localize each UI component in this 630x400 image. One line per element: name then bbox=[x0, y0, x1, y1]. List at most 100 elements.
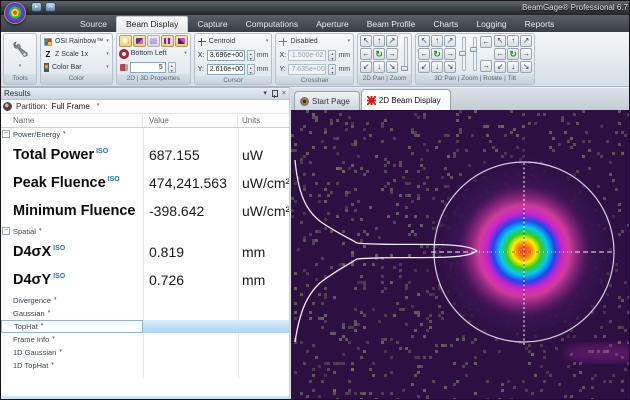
stepper-down-icon[interactable]: ▾ bbox=[248, 70, 254, 75]
grid-display-toggle[interactable] bbox=[147, 35, 160, 47]
stepper-down-icon[interactable]: ▾ bbox=[329, 56, 335, 61]
cursor-x-stepper[interactable]: ▴▾ bbox=[247, 50, 255, 61]
pan2d-down-left-button[interactable]: ↙ bbox=[360, 61, 372, 73]
ribbon-tab-beam-display[interactable]: Beam Display bbox=[116, 16, 188, 32]
ribbon-tab-capture[interactable]: Capture bbox=[188, 17, 236, 32]
pan2d-down-button[interactable]: ↓ bbox=[373, 61, 385, 73]
group-caret-icon[interactable]: ▾ bbox=[59, 348, 62, 354]
tilt-up-button[interactable]: ↑ bbox=[507, 35, 519, 47]
app-menu-icon[interactable] bbox=[4, 2, 26, 24]
group-caret-icon[interactable]: ▾ bbox=[51, 361, 54, 367]
group-row-gaussian[interactable]: Gaussian▾ bbox=[1, 307, 289, 320]
tilt-left-button[interactable]: ← bbox=[494, 48, 506, 60]
beam-display[interactable] bbox=[291, 110, 629, 399]
tilt-down-button[interactable]: ↓ bbox=[507, 61, 519, 73]
axes-display-toggle[interactable] bbox=[175, 35, 188, 47]
tilt-up-left-button[interactable]: ↖ bbox=[494, 35, 506, 47]
decimal-places-input[interactable] bbox=[130, 62, 166, 73]
crosshair-y-value[interactable]: 7.635e+00 bbox=[288, 64, 326, 75]
ribbon-tab-charts[interactable]: Charts bbox=[424, 17, 467, 32]
column-header-name[interactable]: Name bbox=[1, 114, 143, 127]
group-caret-icon[interactable]: ▾ bbox=[39, 227, 42, 233]
pan3d-up-left-button[interactable]: ↖ bbox=[418, 35, 430, 47]
column-header-units[interactable]: Units bbox=[238, 114, 289, 127]
group-row-1d-gaussian[interactable]: 1D Gaussian▾ bbox=[1, 346, 289, 359]
pan3d-left-button[interactable]: ← bbox=[418, 48, 430, 60]
crosshair-x-stepper[interactable]: ▴▾ bbox=[328, 50, 336, 61]
quick-access-icon-1[interactable]: ▸ bbox=[31, 2, 42, 12]
crosshair-x-value[interactable]: 1.500e-02 bbox=[288, 50, 326, 61]
colorbar-display-toggle[interactable] bbox=[161, 35, 174, 47]
zoom2d-slider[interactable] bbox=[400, 35, 409, 73]
ribbon-tab-logging[interactable]: Logging bbox=[467, 17, 515, 32]
quick-access-icon-2[interactable]: A bbox=[45, 2, 56, 12]
pan3d-down-button[interactable]: ↓ bbox=[431, 61, 443, 73]
pan3d-up-button[interactable]: ↑ bbox=[431, 35, 443, 47]
tools-dropdown-caret[interactable]: ▾ bbox=[19, 64, 22, 69]
collapse-icon[interactable]: − bbox=[2, 130, 10, 138]
pan2d-up-button[interactable]: ↑ bbox=[373, 35, 385, 47]
crosshair-y-stepper[interactable]: ▴▾ bbox=[328, 64, 336, 75]
stepper-down-icon[interactable]: ▾ bbox=[169, 68, 175, 73]
column-header-value[interactable]: Value bbox=[143, 114, 238, 127]
cursor-mode-caret[interactable]: ▾ bbox=[266, 39, 269, 44]
stepper-down-icon[interactable]: ▾ bbox=[329, 70, 335, 75]
group-row-power-energy[interactable]: −Power/Energy▾ bbox=[1, 128, 289, 141]
chevron-down-icon[interactable]: ▾ bbox=[106, 65, 109, 70]
ribbon-tab-aperture[interactable]: Aperture bbox=[307, 17, 358, 32]
color-option-z-scale-1x[interactable]: ZZ Scale 1x▾ bbox=[43, 48, 110, 61]
color-option-color-bar[interactable]: Color Bar▾ bbox=[43, 61, 110, 74]
tilt-up-right-button[interactable]: ↗ bbox=[520, 35, 532, 47]
pan3d-reset-button[interactable]: ↻ bbox=[431, 48, 443, 60]
stepper-down-icon[interactable]: ▾ bbox=[248, 56, 254, 61]
zoom3d-slider[interactable] bbox=[458, 35, 467, 73]
group-caret-icon[interactable]: ▾ bbox=[54, 296, 57, 302]
anchor-dropdown-caret[interactable]: ▾ bbox=[184, 51, 187, 56]
cursor-y-value[interactable]: 2.616e+00 bbox=[207, 64, 245, 75]
crosshair-mode-caret[interactable]: ▾ bbox=[348, 39, 351, 44]
group-row-1d-tophat[interactable]: 1D TopHat▾ bbox=[1, 359, 289, 372]
tilt-right-button[interactable]: → bbox=[520, 48, 532, 60]
partition-select[interactable]: Full Frame bbox=[52, 102, 90, 111]
ribbon-tab-computations[interactable]: Computations bbox=[237, 17, 307, 32]
pan2d-down-right-button[interactable]: ↘ bbox=[386, 61, 398, 73]
color-option-osi-rainbow-[interactable]: OSI Rainbow™▾ bbox=[43, 35, 110, 48]
rotate-left-button[interactable]: ← bbox=[480, 36, 492, 48]
group-caret-icon[interactable]: ▾ bbox=[52, 335, 55, 341]
cursor-x-value[interactable]: 3.696e+00 bbox=[207, 50, 245, 61]
cursor-display-toggle[interactable] bbox=[119, 35, 132, 47]
close-icon[interactable]: × bbox=[282, 90, 286, 98]
tab-2d-beam-display[interactable]: 2D Beam Display bbox=[361, 89, 451, 110]
cursor-mode-select[interactable]: Centroid bbox=[209, 38, 235, 45]
rotate-right-button[interactable]: → bbox=[480, 60, 492, 72]
tilt-down-left-button[interactable]: ↙ bbox=[494, 61, 506, 73]
ribbon-tab-reports[interactable]: Reports bbox=[516, 17, 564, 32]
3d-view-toggle[interactable] bbox=[133, 35, 146, 47]
chevron-down-icon[interactable]: ▾ bbox=[106, 39, 109, 44]
group-caret-icon[interactable]: ▾ bbox=[48, 309, 51, 315]
pan3d-down-right-button[interactable]: ↘ bbox=[444, 61, 456, 73]
pan2d-up-left-button[interactable]: ↖ bbox=[360, 35, 372, 47]
partition-caret[interactable]: ▾ bbox=[97, 102, 100, 108]
group-row-frame-info[interactable]: Frame Info▾ bbox=[1, 333, 289, 346]
anchor-select[interactable]: Bottom Left bbox=[131, 50, 167, 57]
group-caret-icon[interactable]: ▾ bbox=[41, 322, 44, 328]
pan3d-down-left-button[interactable]: ↙ bbox=[418, 61, 430, 73]
group-caret-icon[interactable]: ▾ bbox=[63, 130, 66, 136]
group-row-tophat[interactable]: TopHat▾ bbox=[1, 320, 289, 333]
ribbon-tab-beam-profile[interactable]: Beam Profile bbox=[358, 17, 425, 32]
chevron-down-icon[interactable]: ▾ bbox=[106, 52, 109, 57]
pan2d-right-button[interactable]: → bbox=[386, 48, 398, 60]
tab-start-page[interactable]: Start Page bbox=[294, 91, 360, 110]
pan2d-left-button[interactable]: ← bbox=[360, 48, 372, 60]
pin-icon[interactable] bbox=[272, 90, 277, 98]
pan3d-up-right-button[interactable]: ↗ bbox=[444, 35, 456, 47]
tilt-down-right-button[interactable]: ↘ bbox=[520, 61, 532, 73]
crosshair-mode-select[interactable]: Disabled bbox=[290, 38, 317, 45]
collapse-icon[interactable]: − bbox=[2, 227, 10, 235]
group-row-divergence[interactable]: Divergence▾ bbox=[1, 294, 289, 307]
pan2d-reset-button[interactable]: ↻ bbox=[373, 48, 385, 60]
pan2d-up-right-button[interactable]: ↗ bbox=[386, 35, 398, 47]
pan3d-right-button[interactable]: → bbox=[444, 48, 456, 60]
ribbon-tab-source[interactable]: Source bbox=[71, 17, 116, 32]
